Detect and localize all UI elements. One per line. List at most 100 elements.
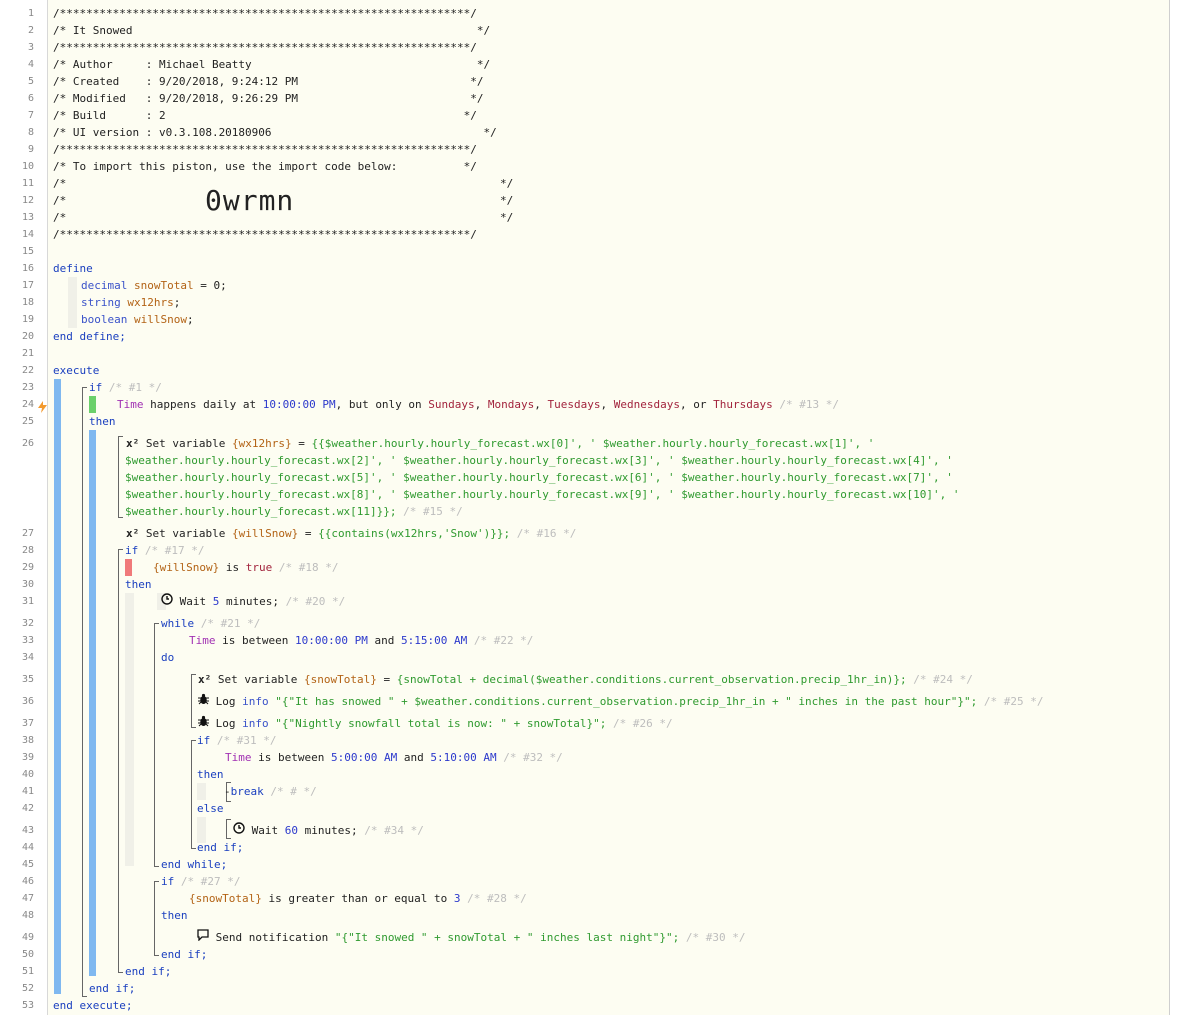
code-line-26e[interactable]: $weather.hourly.hourly_forecast.wx[11]}}… <box>125 503 463 520</box>
code-line-37[interactable]: Log info "{"Nightly snowfall total is no… <box>198 715 673 732</box>
code-line-26[interactable]: x² Set variable {wx12hrs} = {{$weather.h… <box>126 435 874 452</box>
code-line-12[interactable]: /* */ <box>53 192 513 209</box>
code-line-6[interactable]: /* Modified : 9/20/2018, 9:26:29 PM */ <box>53 90 483 107</box>
code-line-40[interactable]: then <box>197 766 224 783</box>
code-line-53[interactable]: end execute; <box>53 997 132 1014</box>
line-number: 28 <box>21 545 34 556</box>
code-line-45[interactable]: end while; <box>161 856 227 873</box>
code-line-16[interactable]: define <box>53 260 93 277</box>
while-bracket <box>154 623 159 867</box>
code-line-4[interactable]: /* Author : Michael Beatty */ <box>53 56 490 73</box>
code-line-44[interactable]: end if; <box>197 839 243 856</box>
code-line-14[interactable]: /***************************************… <box>53 226 477 243</box>
code-line-34[interactable]: do <box>161 649 174 666</box>
import-code[interactable]: 0wrmn <box>205 184 294 218</box>
keyword-if: if <box>89 381 103 394</box>
keyword-execute: execute <box>53 364 100 377</box>
keyword-then: then <box>197 768 224 781</box>
text-wait: Wait <box>245 824 285 837</box>
code-line-46[interactable]: if /* #27 */ <box>161 873 240 890</box>
code-line-38[interactable]: if /* #31 */ <box>197 732 276 749</box>
text-minutes: minutes; <box>298 824 358 837</box>
text-is-between: is between <box>251 751 331 764</box>
keyword-then: then <box>89 415 116 428</box>
comment-id: /* #17 */ <box>144 544 205 557</box>
code-line-8[interactable]: /* UI version : v0.3.108.20180906 */ <box>53 124 497 141</box>
code-line-33[interactable]: Time is between 10:00:00 PM and 5:15:00 … <box>189 632 533 649</box>
code-line-30[interactable]: then <box>125 576 152 593</box>
trigger-true-indicator <box>89 396 96 413</box>
code-line-13[interactable]: /* */ <box>53 209 513 226</box>
code-line-11[interactable]: /* */ <box>53 175 513 192</box>
code-line-18[interactable]: string wx12hrs; <box>81 294 180 311</box>
piston-code-editor[interactable]: /***************************************… <box>48 0 1170 1015</box>
line-number: 23 <box>21 382 34 393</box>
line-number: 9 <box>27 144 34 155</box>
code-line-49[interactable]: Send notification "{"It snowed " + snowT… <box>197 929 745 946</box>
code-line-1[interactable]: /***************************************… <box>53 5 477 22</box>
code-line-27[interactable]: x² Set variable {willSnow} = {{contains(… <box>126 525 576 542</box>
type-string: string <box>81 296 121 309</box>
if31-bracket <box>191 740 196 849</box>
time-value: 5:00:00 AM <box>330 751 398 764</box>
code-line-42[interactable]: else <box>197 800 224 817</box>
code-line-25[interactable]: then <box>89 413 116 430</box>
code-line-28[interactable]: if /* #17 */ <box>125 542 204 559</box>
comment-id: /* #20 */ <box>285 595 346 608</box>
text-and: and <box>367 634 401 647</box>
keyword-break: break <box>230 785 264 798</box>
code-line-10[interactable]: /* To import this piston, use the import… <box>53 158 477 175</box>
line-number: 15 <box>21 246 34 257</box>
if1-then-bar <box>89 430 96 976</box>
bug-icon <box>198 693 209 710</box>
code-line-43[interactable]: Wait 60 minutes; /* #34 */ <box>233 822 424 839</box>
code-line-9[interactable]: /***************************************… <box>53 141 477 158</box>
code-line-31[interactable]: Wait 5 minutes; /* #20 */ <box>161 593 345 610</box>
code-line-52[interactable]: end if; <box>89 980 135 997</box>
day-tuesdays: Tuesdays <box>547 398 601 411</box>
comment-id: /* #21 */ <box>200 617 261 630</box>
header-title: /* It Snowed */ <box>53 24 491 37</box>
code-line-23[interactable]: if /* #1 */ <box>89 379 162 396</box>
code-line-48[interactable]: then <box>161 907 188 924</box>
code-line-47[interactable]: {snowTotal} is greater than or equal to … <box>189 890 527 907</box>
code-line-20[interactable]: end define; <box>53 328 126 345</box>
number: 60 <box>284 824 298 837</box>
code-line-19[interactable]: boolean willSnow; <box>81 311 194 328</box>
code-line-51[interactable]: end if; <box>125 963 171 980</box>
code-line-2[interactable]: /* It Snowed */ <box>53 22 490 39</box>
code-line-26d[interactable]: $weather.hourly.hourly_forecast.wx[8]', … <box>125 486 959 503</box>
code-line-32[interactable]: while /* #21 */ <box>161 615 260 632</box>
expression: $weather.hourly.hourly_forecast.wx[11]}}… <box>125 505 397 518</box>
line-number: 1 <box>27 8 34 19</box>
code-line-39[interactable]: Time is between 5:00:00 AM and 5:10:00 A… <box>225 749 563 766</box>
line-number: 47 <box>21 893 34 904</box>
code-line-7[interactable]: /* Build : 2 */ <box>53 107 477 124</box>
code-line-35[interactable]: x² Set variable {snowTotal} = {snowTotal… <box>198 671 973 688</box>
code-line-3[interactable]: /***************************************… <box>53 39 477 56</box>
code-line-24[interactable]: Time happens daily at 10:00:00 PM, but o… <box>117 396 839 413</box>
line-number-gutter: 1 2 3 4 5 6 7 8 9 10 11 12 13 14 15 16 17 18 19 20 21 22 23 24 2… <box>0 0 48 1015</box>
text-assign: = <box>291 437 312 450</box>
code-line-50[interactable]: end if; <box>161 946 207 963</box>
code-line-29[interactable]: {willSnow} is true /* #18 */ <box>153 559 338 576</box>
keyword-end-while: end while; <box>161 858 228 871</box>
header-border: /***************************************… <box>53 228 477 241</box>
code-line-26c[interactable]: $weather.hourly.hourly_forecast.wx[5]', … <box>125 469 953 486</box>
text-set-variable: Set variable <box>139 527 232 540</box>
text-assign: = <box>376 673 397 686</box>
code-line-41[interactable]: -break /* # */ <box>224 783 317 800</box>
line-number: 11 <box>21 178 34 189</box>
define-block-bar <box>68 277 77 328</box>
line-number: 16 <box>21 263 34 274</box>
comment-bubble-icon <box>197 929 209 946</box>
code-line-5[interactable]: /* Created : 9/20/2018, 9:24:12 PM */ <box>53 73 483 90</box>
var-wx12hrs: wx12hrs <box>127 296 174 309</box>
code-line-36[interactable]: Log info "{"It has snowed " + $weather.c… <box>198 693 1043 710</box>
code-line-22[interactable]: execute <box>53 362 99 379</box>
code-line-26b[interactable]: $weather.hourly.hourly_forecast.wx[2]', … <box>125 452 953 469</box>
var-willSnow: willSnow <box>133 313 187 326</box>
expression: {{$weather.hourly.hourly_forecast.wx[0]'… <box>311 437 875 450</box>
code-line-17[interactable]: decimal snowTotal = 0; <box>81 277 227 294</box>
comment-id: /* #31 */ <box>216 734 277 747</box>
